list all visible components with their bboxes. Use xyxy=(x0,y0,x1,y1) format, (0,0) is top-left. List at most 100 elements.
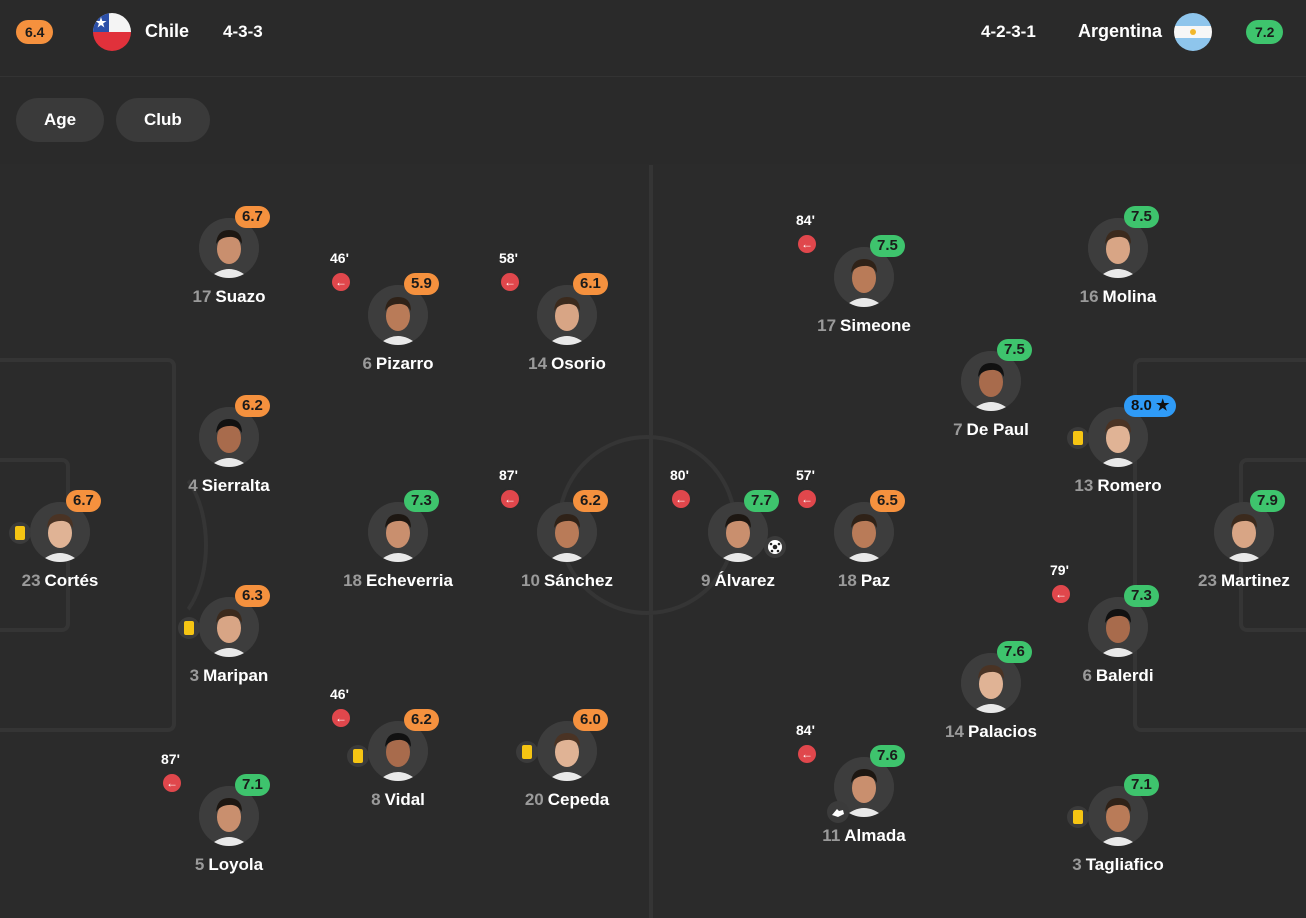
player-romero[interactable]: 8.0 ★ 13 Romero xyxy=(1048,395,1188,496)
player-name: Álvarez xyxy=(714,571,775,590)
player-vidal[interactable]: 6.2 46' ← 8 Vidal xyxy=(328,686,468,810)
player-tagliafico[interactable]: 7.1 3 Tagliafico xyxy=(1048,774,1188,875)
player-name-label[interactable]: 17 Simeone xyxy=(794,316,934,336)
player-name-label[interactable]: 13 Romero xyxy=(1048,476,1188,496)
player-avatar[interactable]: 7.1 87' ← xyxy=(161,751,270,846)
player-name-label[interactable]: 14 Osorio xyxy=(497,354,637,374)
player-name-label[interactable]: 18 Echeverria xyxy=(328,571,468,591)
player-avatar[interactable]: 7.9 xyxy=(1214,490,1285,562)
filter-club-button[interactable]: Club xyxy=(116,98,210,142)
substitution-minute: 87' xyxy=(161,751,180,767)
player-name: Cepeda xyxy=(547,790,610,809)
player-palacios[interactable]: 7.6 14 Palacios xyxy=(921,641,1061,742)
player-paz[interactable]: 6.5 57' ← 18 Paz xyxy=(794,467,934,591)
player-rating-badge: 6.0 xyxy=(573,709,608,731)
player-name: Romero xyxy=(1097,476,1162,495)
player-loyola[interactable]: 7.1 87' ← 5 Loyola xyxy=(159,751,299,875)
player-name-label[interactable]: 18 Paz xyxy=(794,571,934,591)
player-name: Almada xyxy=(844,826,906,845)
player-name: Suazo xyxy=(215,287,266,306)
player-name-label[interactable]: 3 Tagliafico xyxy=(1048,855,1188,875)
player-avatar[interactable]: 7.1 xyxy=(1067,774,1159,846)
player-avatar[interactable]: 7.3 xyxy=(368,490,439,562)
player-rating-badge: 7.6 xyxy=(997,641,1032,663)
player-avatar[interactable]: 7.7 80' ← xyxy=(670,467,786,562)
player-name-label[interactable]: 17 Suazo xyxy=(159,287,299,307)
substitution-minute: 79' xyxy=(1050,562,1069,578)
player-avatar[interactable]: 6.2 46' ← xyxy=(330,686,439,781)
player-name-label[interactable]: 11 Almada xyxy=(794,826,934,846)
player-avatar[interactable]: 6.2 xyxy=(199,395,270,467)
player-rating-badge: 5.9 xyxy=(404,273,439,295)
player-name-label[interactable]: 23 Martinez xyxy=(1174,571,1306,591)
player-cepeda[interactable]: 6.0 20 Cepeda xyxy=(497,709,637,810)
player-name-label[interactable]: 3 Maripan xyxy=(159,666,299,686)
substitution-out-icon: ← xyxy=(796,233,818,255)
player-osorio[interactable]: 6.1 58' ← 14 Osorio xyxy=(497,250,637,374)
player--lvarez[interactable]: 7.7 80' ← 9 Álvarez xyxy=(668,467,808,591)
player-cort-s[interactable]: 6.7 23 Cortés xyxy=(0,490,130,591)
shirt-number: 14 xyxy=(945,722,964,741)
player-simeone[interactable]: 7.5 84' ← 17 Simeone xyxy=(794,212,934,336)
assist-boot-icon xyxy=(827,801,849,823)
player-name: Sánchez xyxy=(543,571,613,590)
player-name-label[interactable]: 16 Molina xyxy=(1048,287,1188,307)
player-sierralta[interactable]: 6.2 4 Sierralta xyxy=(159,395,299,496)
player-echeverria[interactable]: 7.3 18 Echeverria xyxy=(328,490,468,591)
player-name-label[interactable]: 23 Cortés xyxy=(0,571,130,591)
player-avatar[interactable]: 7.5 xyxy=(961,339,1032,411)
player-avatar[interactable]: 6.3 xyxy=(178,585,270,657)
filter-age-button[interactable]: Age xyxy=(16,98,105,142)
player-de-paul[interactable]: 7.5 7 De Paul xyxy=(921,339,1061,440)
away-team-name[interactable]: Argentina xyxy=(1078,21,1162,42)
player-name-label[interactable]: 14 Palacios xyxy=(921,722,1061,742)
player-avatar[interactable]: 5.9 46' ← xyxy=(330,250,439,345)
player-avatar[interactable]: 6.7 xyxy=(199,206,270,278)
player-name-label[interactable]: 4 Sierralta xyxy=(159,476,299,496)
goal-ball-icon xyxy=(764,536,786,558)
player-martinez[interactable]: 7.9 23 Martinez xyxy=(1174,490,1306,591)
player-name-label[interactable]: 9 Álvarez xyxy=(668,571,808,591)
shirt-number: 23 xyxy=(1198,571,1217,590)
player-maripan[interactable]: 6.3 3 Maripan xyxy=(159,585,299,686)
player-name-label[interactable]: 10 Sánchez xyxy=(497,571,637,591)
player-s-nchez[interactable]: 6.2 87' ← 10 Sánchez xyxy=(497,467,637,591)
shirt-number: 16 xyxy=(1079,287,1099,306)
player-balerdi[interactable]: 7.3 79' ← 6 Balerdi xyxy=(1048,562,1188,686)
player-suazo[interactable]: 6.7 17 Suazo xyxy=(159,206,299,307)
shirt-number: 14 xyxy=(528,354,548,373)
player-avatar[interactable]: 7.5 84' ← xyxy=(796,212,905,307)
shirt-number: 20 xyxy=(524,790,544,809)
player-name-label[interactable]: 6 Pizarro xyxy=(328,354,468,374)
player-molina[interactable]: 7.5 16 Molina xyxy=(1048,206,1188,307)
shirt-number: 18 xyxy=(343,571,362,590)
player-rating-badge: 7.1 xyxy=(235,774,270,796)
player-avatar[interactable]: 6.0 xyxy=(516,709,608,781)
player-name: Paz xyxy=(860,571,891,590)
player-avatar[interactable]: 7.3 79' ← xyxy=(1050,562,1159,657)
away-team-rating-badge: 7.2 xyxy=(1246,20,1284,44)
player-name-label[interactable]: 7 De Paul xyxy=(921,420,1061,440)
player-name-label[interactable]: 20 Cepeda xyxy=(497,790,637,810)
shirt-number: 3 xyxy=(1072,855,1082,874)
player-name-label[interactable]: 6 Balerdi xyxy=(1048,666,1188,686)
player-avatar[interactable]: 7.6 84' ← xyxy=(796,722,905,823)
player-almada[interactable]: 7.6 84' ← 11 Almada xyxy=(794,722,934,846)
player-avatar[interactable]: 6.1 58' ← xyxy=(499,250,608,345)
player-avatar[interactable]: 7.5 xyxy=(1088,206,1159,278)
player-name: De Paul xyxy=(966,420,1029,439)
home-team-name[interactable]: Chile xyxy=(145,21,189,42)
player-avatar[interactable]: 6.2 87' ← xyxy=(499,467,608,562)
player-avatar[interactable]: 8.0 ★ xyxy=(1067,395,1177,467)
player-avatar[interactable]: 7.6 xyxy=(961,641,1032,713)
player-name-label[interactable]: 8 Vidal xyxy=(328,790,468,810)
substitution-minute: 87' xyxy=(499,467,518,483)
player-name: Balerdi xyxy=(1095,666,1154,685)
yellow-card-icon xyxy=(178,617,200,639)
substitution-out-icon: ← xyxy=(1050,583,1072,605)
player-name-label[interactable]: 5 Loyola xyxy=(159,855,299,875)
player-pizarro[interactable]: 5.9 46' ← 6 Pizarro xyxy=(328,250,468,374)
filter-bar: Age Club xyxy=(0,77,1306,164)
player-avatar[interactable]: 6.5 57' ← xyxy=(796,467,905,562)
player-avatar[interactable]: 6.7 xyxy=(9,490,101,562)
